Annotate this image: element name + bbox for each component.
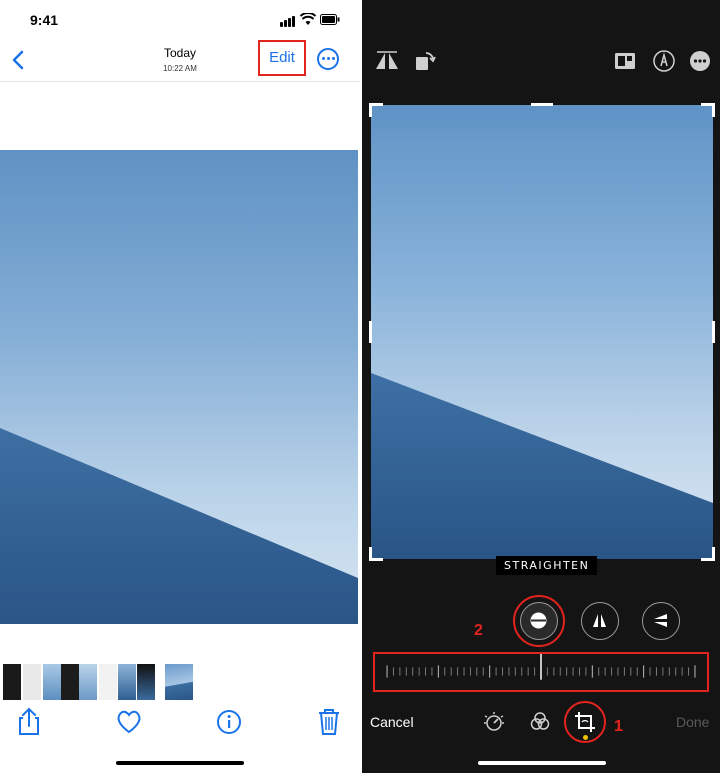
info-icon[interactable] xyxy=(212,704,246,738)
status-time: 9:41 xyxy=(30,12,59,28)
flip-icon[interactable] xyxy=(374,48,400,74)
straighten-icon xyxy=(530,612,547,629)
nav-subtitle: 10:22 AM xyxy=(163,64,197,73)
nav-title: Today xyxy=(163,46,197,60)
photo-preview xyxy=(371,105,713,559)
status-icons xyxy=(280,13,340,27)
crop-corner-top-right[interactable] xyxy=(701,103,715,117)
markup-icon[interactable] xyxy=(651,48,677,74)
crop-frame[interactable] xyxy=(369,103,715,561)
annotation-box xyxy=(373,652,709,692)
dot xyxy=(322,57,325,60)
share-icon[interactable] xyxy=(12,704,46,738)
signal-bar xyxy=(288,18,291,27)
more-options-icon[interactable] xyxy=(317,48,339,70)
heart-icon[interactable] xyxy=(112,704,146,738)
edit-button[interactable]: Edit xyxy=(258,40,306,76)
annotation-step-1: 1 xyxy=(614,718,623,735)
crop-edge-left[interactable] xyxy=(369,321,372,343)
photo-viewer-panel: 9:41 Today 10:22 AM Edit xyxy=(0,0,360,773)
done-button[interactable]: Done xyxy=(676,714,709,730)
thumbnail[interactable] xyxy=(3,664,21,700)
thumbnail[interactable] xyxy=(79,664,97,700)
home-indicator xyxy=(116,761,244,765)
adjustment-label: STRAIGHTEN xyxy=(496,556,598,575)
photo-toolbar xyxy=(0,704,360,744)
aspect-ratio-icon[interactable] xyxy=(612,48,638,74)
horizontal-perspective-button[interactable] xyxy=(642,602,680,640)
home-indicator xyxy=(478,761,606,765)
vertical-perspective-icon xyxy=(593,614,606,627)
vertical-perspective-button[interactable] xyxy=(581,602,619,640)
filters-icon[interactable] xyxy=(528,710,552,734)
battery-icon xyxy=(320,14,340,25)
more-icon[interactable] xyxy=(687,48,713,74)
crop-edge-top[interactable] xyxy=(531,103,553,106)
thumbnail[interactable] xyxy=(99,664,117,700)
nav-bar: Today 10:22 AM Edit xyxy=(0,40,360,82)
signal-bar xyxy=(292,16,295,27)
sea-horizon xyxy=(371,373,713,559)
horizontal-perspective-icon xyxy=(654,614,667,627)
dot xyxy=(327,57,330,60)
thumbnail[interactable] xyxy=(118,664,136,700)
straighten-button[interactable] xyxy=(520,602,558,640)
thumbnail[interactable] xyxy=(61,664,79,700)
thumbnail[interactable] xyxy=(137,664,155,700)
trash-icon[interactable] xyxy=(312,704,346,738)
dot xyxy=(332,57,335,60)
cancel-button[interactable]: Cancel xyxy=(370,714,414,730)
thumbnail-strip[interactable] xyxy=(0,664,360,700)
thumbnail[interactable] xyxy=(23,664,41,700)
annotation-step-2: 2 xyxy=(474,622,483,639)
photo xyxy=(0,150,358,624)
straighten-dial[interactable] xyxy=(375,654,707,690)
wifi-icon xyxy=(300,13,316,25)
adjust-icon[interactable] xyxy=(482,710,506,734)
thumbnail-current[interactable] xyxy=(165,664,193,700)
thumbnail[interactable] xyxy=(43,664,61,700)
crop-edge-right[interactable] xyxy=(712,321,715,343)
rotate-icon[interactable] xyxy=(412,48,438,74)
crop-corner-bottom-left[interactable] xyxy=(369,547,383,561)
active-tool-indicator xyxy=(583,735,588,740)
signal-bar xyxy=(284,20,287,27)
crop-corner-bottom-right[interactable] xyxy=(701,547,715,561)
photo-editor-panel: STRAIGHTEN 2 Cancel 1 Done xyxy=(362,0,720,773)
sea-horizon xyxy=(0,428,358,624)
signal-icon xyxy=(280,22,283,27)
crop-corner-top-left[interactable] xyxy=(369,103,383,117)
crop-icon[interactable] xyxy=(573,710,597,734)
